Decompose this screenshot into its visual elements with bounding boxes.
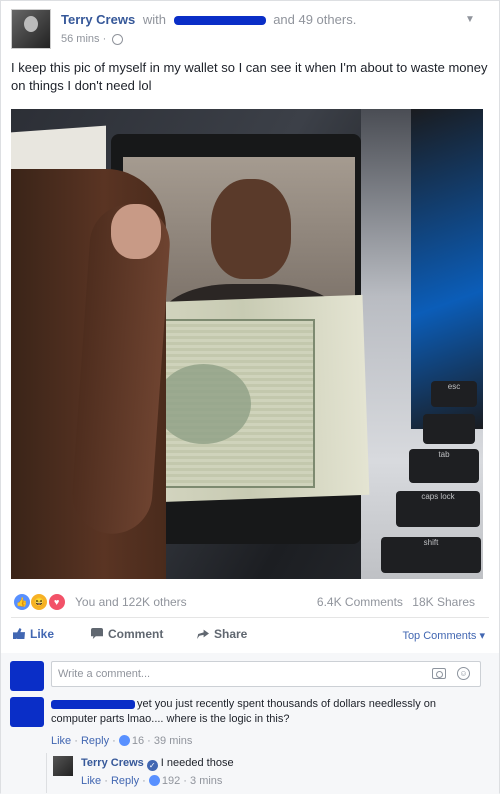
comment-reply-link[interactable]: Reply	[81, 735, 109, 747]
author-line: Terry Crews with and 49 others.	[61, 12, 356, 27]
post-stats: 6.4K Comments 18K Shares	[311, 595, 475, 609]
comments-section: Write a comment... ☺ yet you just recent…	[1, 653, 499, 794]
photo-thumbnail-nail	[111, 204, 161, 259]
post-header: Terry Crews with and 49 others. 56 mins …	[11, 9, 491, 53]
reply-text: I needed those	[160, 757, 234, 769]
globe-icon[interactable]	[112, 33, 124, 45]
comment-timestamp[interactable]: 39 mins	[154, 735, 193, 747]
comment-input[interactable]: Write a comment... ☺	[51, 661, 481, 687]
photo-key	[423, 414, 475, 444]
author-name-link[interactable]: Terry Crews	[61, 12, 135, 27]
comments-count-link[interactable]: 6.4K Comments	[317, 595, 403, 609]
reactions-summary[interactable]: 👍 😆 ♥ You and 122K others	[13, 593, 187, 611]
verified-badge-icon: ✓	[146, 760, 158, 771]
with-label: with	[142, 12, 166, 27]
meta-separator: ·	[102, 33, 107, 45]
like-count-icon	[118, 735, 130, 746]
like-button-label: Like	[30, 627, 55, 641]
others-link[interactable]: and 49 others.	[273, 12, 356, 27]
redaction-bar	[173, 16, 266, 26]
comment: yet you just recently spent thousands of…	[51, 697, 481, 727]
comment-meta: Like · Reply · 16 · 39 mins	[51, 735, 193, 747]
post-meta: 56 mins ·	[61, 33, 124, 45]
reply-timestamp[interactable]: 3 mins	[190, 775, 222, 787]
reply-meta: Like · Reply · 192 · 3 mins	[81, 775, 223, 787]
camera-icon[interactable]	[432, 668, 446, 679]
haha-reaction-icon: 😆	[30, 593, 49, 611]
photo-portrait-head	[211, 179, 291, 279]
like-count-icon	[148, 775, 160, 786]
author-avatar[interactable]	[11, 9, 51, 49]
comment-button[interactable]: Comment	[91, 627, 163, 641]
reply-thread-line	[46, 753, 47, 793]
comment-input-placeholder: Write a comment...	[58, 668, 151, 680]
commenter-avatar[interactable]	[10, 697, 44, 727]
top-comments-dropdown[interactable]: Top Comments ▾	[402, 629, 485, 642]
share-icon	[197, 629, 209, 639]
divider	[11, 617, 489, 618]
photo-key-shift: shift	[381, 537, 481, 573]
post-card: Terry Crews with and 49 others. 56 mins …	[0, 0, 500, 794]
comment-icon	[91, 628, 103, 639]
share-button-label: Share	[214, 627, 248, 641]
love-reaction-icon: ♥	[47, 593, 66, 611]
action-bar: Like Comment Share Top Comments ▾	[11, 623, 491, 649]
thumbs-up-icon	[13, 628, 25, 639]
post-body: I keep this pic of myself in my wallet s…	[11, 60, 488, 93]
photo-key-esc: esc	[431, 381, 477, 407]
photo-key-caps: caps lock	[396, 491, 480, 527]
like-button[interactable]: Like	[13, 627, 54, 641]
comment-like-link[interactable]: Like	[51, 735, 71, 747]
reply-like-count[interactable]: 192	[162, 775, 180, 787]
photo-banknote-seal	[156, 364, 251, 444]
reply-reply-link[interactable]: Reply	[111, 775, 139, 787]
reply-comment: Terry Crews ✓ I needed those	[81, 757, 234, 771]
reply-avatar[interactable]	[53, 756, 73, 776]
shares-count-link[interactable]: 18K Shares	[412, 595, 475, 609]
commenter-name-redaction	[51, 699, 135, 709]
reply-like-link[interactable]: Like	[81, 775, 101, 787]
reply-author-link[interactable]: Terry Crews	[81, 757, 144, 769]
chevron-down-icon[interactable]: ▼	[465, 14, 477, 25]
comment-like-count[interactable]: 16	[132, 735, 144, 747]
share-button[interactable]: Share	[197, 627, 247, 641]
like-reaction-icon: 👍	[13, 593, 31, 611]
emoji-icon[interactable]: ☺	[457, 667, 470, 680]
post-photo[interactable]: esc tab caps lock shift	[11, 109, 483, 579]
photo-key-tab: tab	[409, 449, 479, 483]
comment-button-label: Comment	[108, 627, 164, 641]
post-timestamp[interactable]: 56 mins	[61, 33, 100, 45]
reactions-text: You and 122K others	[75, 595, 187, 609]
composer-avatar	[10, 661, 44, 691]
